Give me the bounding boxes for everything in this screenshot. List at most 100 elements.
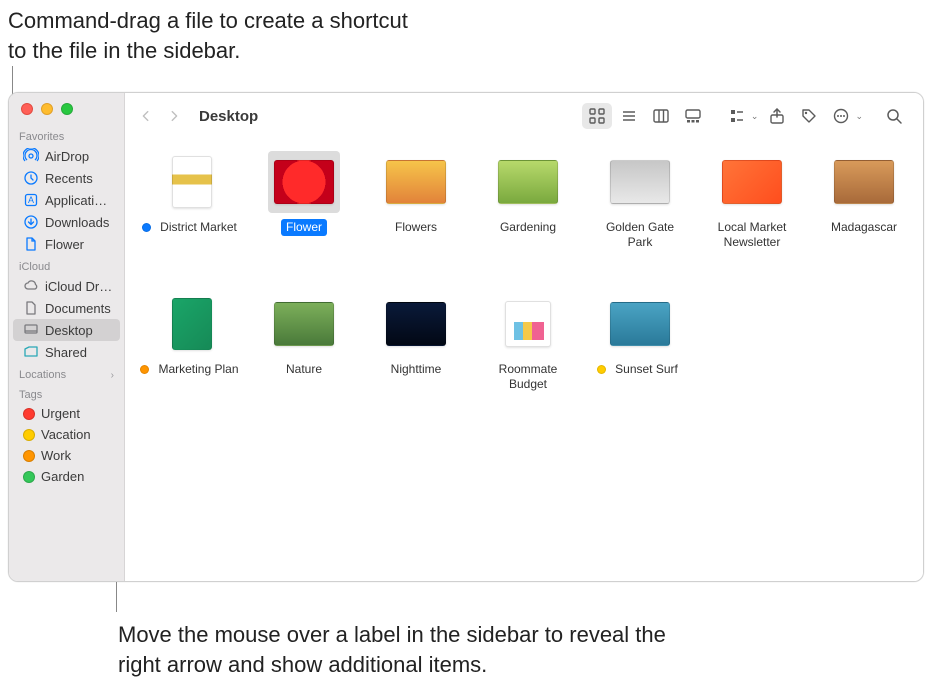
sidebar-tag-vacation[interactable]: Vacation: [13, 424, 120, 445]
back-button[interactable]: [135, 104, 157, 128]
sidebar-item-label: AirDrop: [45, 149, 89, 164]
sidebar-item-airdrop[interactable]: AirDrop: [13, 145, 120, 167]
file-thumbnail: [156, 293, 228, 355]
sidebar-section-label: Favorites: [19, 131, 64, 143]
close-window-button[interactable]: [21, 103, 33, 115]
zoom-window-button[interactable]: [61, 103, 73, 115]
sidebar-item-label: Garden: [41, 469, 84, 484]
file-name: Sunset Surf: [610, 361, 683, 378]
file-icon: [23, 236, 39, 252]
file-item[interactable]: Local Market Newsletter: [697, 147, 807, 287]
file-thumbnail: [268, 151, 340, 213]
more-actions-button[interactable]: [826, 103, 856, 129]
file-name-row: Gardening: [495, 219, 561, 236]
column-view-button[interactable]: [646, 103, 676, 129]
chevron-down-icon: ⌄: [855, 111, 863, 122]
search-group: [875, 103, 913, 129]
file-name: Flower: [281, 219, 327, 236]
file-name: Local Market Newsletter: [699, 219, 805, 251]
sidebar-section-favorites[interactable]: Favorites: [9, 125, 124, 145]
file-name-row: Sunset Surf: [597, 361, 683, 378]
download-icon: [23, 214, 39, 230]
file-name-row: Madagascar: [826, 219, 902, 236]
sidebar-item-shared[interactable]: Shared: [13, 341, 120, 363]
file-item[interactable]: District Market: [137, 147, 247, 287]
file-thumbnail: [716, 151, 788, 213]
sidebar: Favorites AirDrop Recents A Applications Dow…: [9, 93, 125, 581]
file-name: Nighttime: [386, 361, 447, 378]
tag-dot-icon: [142, 223, 151, 232]
sidebar-tag-urgent[interactable]: Urgent: [13, 403, 120, 424]
file-name: Marketing Plan: [153, 361, 243, 378]
sidebar-item-desktop[interactable]: Desktop: [13, 319, 120, 341]
desktop-icon: [23, 322, 39, 338]
finder-window: Favorites AirDrop Recents A Applications Dow…: [8, 92, 924, 582]
window-title: Desktop: [199, 108, 258, 125]
apps-icon: A: [23, 192, 39, 208]
sidebar-item-label: Applications: [45, 193, 114, 208]
search-button[interactable]: [879, 103, 909, 129]
thumbnail-image: [274, 160, 334, 204]
icon-view-button[interactable]: [582, 103, 612, 129]
file-thumbnail: [604, 151, 676, 213]
sidebar-item-label: Desktop: [45, 323, 93, 338]
forward-button[interactable]: [163, 104, 185, 128]
cloud-icon: [23, 278, 39, 294]
share-button[interactable]: [762, 103, 792, 129]
file-name-row: Flowers: [390, 219, 442, 236]
sidebar-item-documents[interactable]: Documents: [13, 297, 120, 319]
file-item[interactable]: Roommate Budget: [473, 289, 583, 429]
list-view-button[interactable]: [614, 103, 644, 129]
file-grid[interactable]: District Market Flower Flowers Gardening Gol…: [125, 139, 923, 581]
thumbnail-image: [722, 160, 782, 204]
sidebar-item-applications[interactable]: A Applications: [13, 189, 120, 211]
window-controls: [9, 101, 124, 125]
sidebar-section-tags[interactable]: Tags: [9, 383, 124, 403]
file-thumbnail: [828, 151, 900, 213]
tag-dot-icon: [23, 408, 35, 420]
sidebar-item-label: Flower: [45, 237, 84, 252]
sidebar-tag-work[interactable]: Work: [13, 445, 120, 466]
file-item[interactable]: Flower: [249, 147, 359, 287]
file-item[interactable]: Flowers: [361, 147, 471, 287]
sidebar-item-label: Documents: [45, 301, 111, 316]
thumbnail-image: [834, 160, 894, 204]
file-name-row: Flower: [281, 219, 327, 236]
gallery-view-button[interactable]: [678, 103, 708, 129]
sidebar-item-recents[interactable]: Recents: [13, 167, 120, 189]
tag-dot-icon: [23, 471, 35, 483]
file-name-row: Roommate Budget: [475, 361, 581, 393]
toolbar: Desktop ⌄: [125, 93, 923, 139]
file-item[interactable]: Madagascar: [809, 147, 919, 287]
file-name: District Market: [155, 219, 242, 236]
sidebar-item-downloads[interactable]: Downloads: [13, 211, 120, 233]
sidebar-section-locations[interactable]: Locations ›: [9, 363, 124, 383]
sidebar-item-label: Urgent: [41, 406, 80, 421]
sidebar-item-label: Vacation: [41, 427, 91, 442]
tags-button[interactable]: [794, 103, 824, 129]
tag-dot-icon: [23, 429, 35, 441]
sidebar-item-label: Recents: [45, 171, 93, 186]
file-name-row: Nighttime: [386, 361, 447, 378]
sidebar-section-icloud[interactable]: iCloud: [9, 255, 124, 275]
sidebar-tag-garden[interactable]: Garden: [13, 466, 120, 487]
chevron-right-icon: ›: [111, 370, 114, 381]
thumbnail-image: [505, 301, 551, 347]
sidebar-item-label: iCloud Drive: [45, 279, 114, 294]
minimize-window-button[interactable]: [41, 103, 53, 115]
group-by-button[interactable]: [722, 103, 752, 129]
file-item[interactable]: Marketing Plan: [137, 289, 247, 429]
view-mode-group: [578, 103, 712, 129]
file-item[interactable]: Sunset Surf: [585, 289, 695, 429]
sidebar-item-icloud-drive[interactable]: iCloud Drive: [13, 275, 120, 297]
toolbar-actions-group: ⌄ ⌄: [718, 103, 869, 129]
file-item[interactable]: Nighttime: [361, 289, 471, 429]
file-item[interactable]: Nature: [249, 289, 359, 429]
file-name-row: District Market: [142, 219, 242, 236]
file-name: Madagascar: [826, 219, 902, 236]
file-item[interactable]: Golden Gate Park: [585, 147, 695, 287]
main-pane: Desktop ⌄: [125, 93, 923, 581]
file-item[interactable]: Gardening: [473, 147, 583, 287]
thumbnail-image: [386, 160, 446, 204]
sidebar-item-flower[interactable]: Flower: [13, 233, 120, 255]
